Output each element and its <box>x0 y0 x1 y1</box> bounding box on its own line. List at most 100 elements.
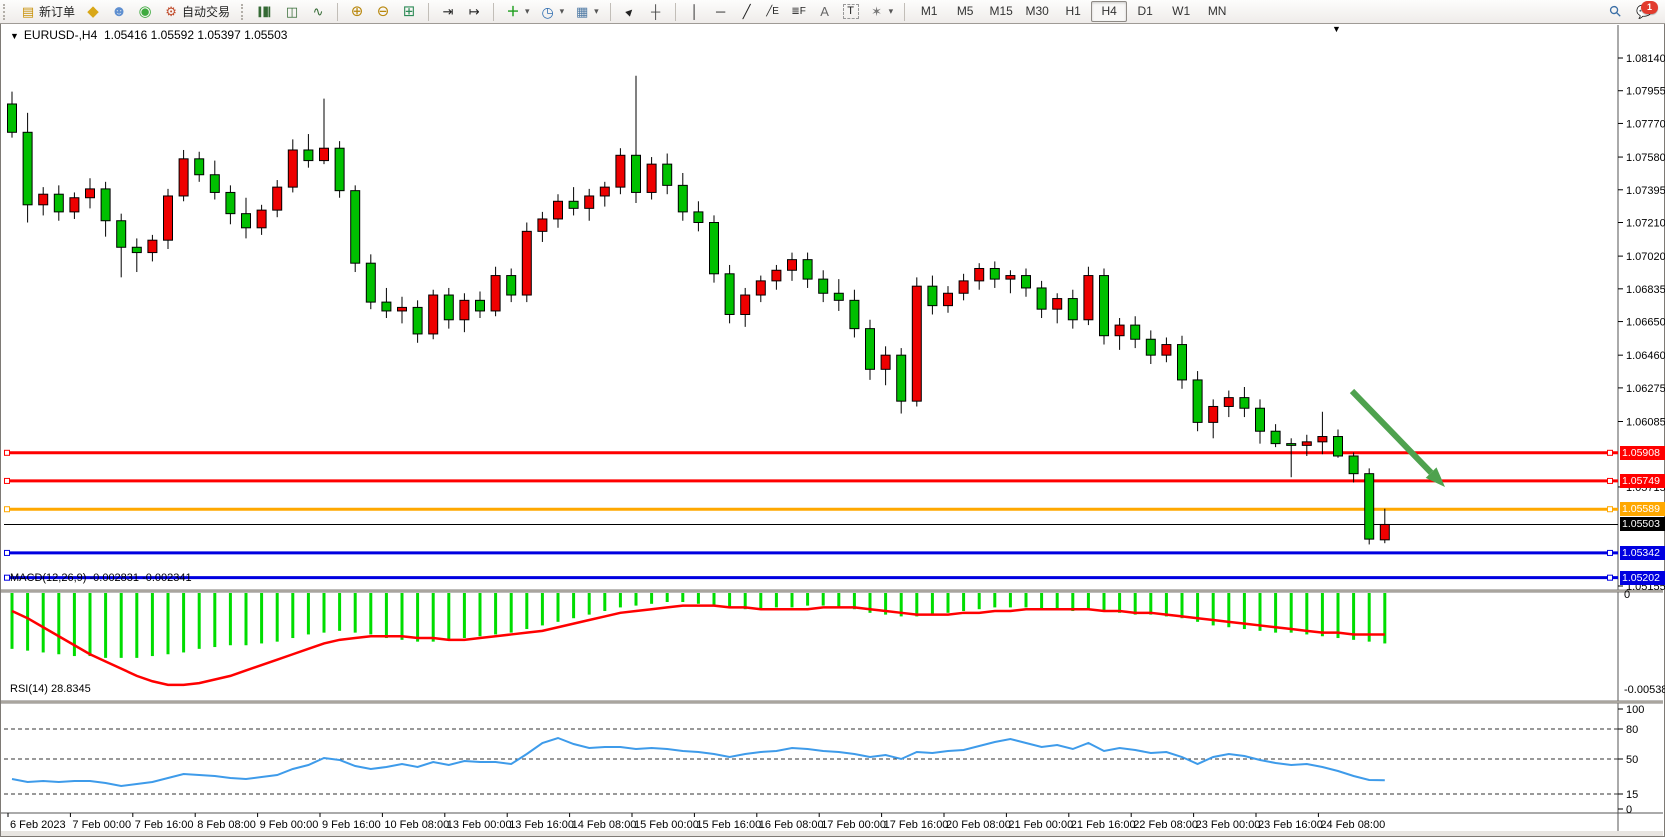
dropdown-caret-icon: ▾ <box>560 6 565 17</box>
ohlc-values: 1.05416 1.05592 1.05397 1.05503 <box>104 28 288 42</box>
svg-text:21 Feb 00:00: 21 Feb 00:00 <box>1008 819 1073 831</box>
svg-text:1.07395: 1.07395 <box>1626 185 1665 197</box>
notification-badge: 1 <box>1641 1 1658 14</box>
svg-text:100: 100 <box>1626 704 1644 716</box>
timeframe-group: M1M5M15M30H1H4D1W1MN <box>908 0 1238 23</box>
timeframe-button-H1[interactable]: H1 <box>1055 1 1091 22</box>
symbol-dropdown-icon[interactable]: ▼ <box>10 31 19 41</box>
indicators-button[interactable]: ＋▾ <box>500 1 535 22</box>
candle-chart-icon: ◫ <box>284 4 300 20</box>
equidistant-channel-button[interactable]: ╱E <box>760 1 786 22</box>
chart-canvas[interactable]: 1.081401.079551.077701.075801.073951.072… <box>0 0 1665 837</box>
svg-text:23 Feb 16:00: 23 Feb 16:00 <box>1258 819 1323 831</box>
svg-text:9 Feb 16:00: 9 Feb 16:00 <box>322 819 381 831</box>
rsi-indicator-label: RSI(14) 28.8345 <box>10 683 91 695</box>
svg-text:1.06275: 1.06275 <box>1626 383 1665 395</box>
price-line-label: 1.05589 <box>1620 502 1665 516</box>
horizontal-line-button[interactable]: ─ <box>708 1 734 22</box>
svg-text:17 Feb 16:00: 17 Feb 16:00 <box>884 819 949 831</box>
timeframe-button-M5[interactable]: M5 <box>947 1 983 22</box>
market-watch-button[interactable]: ◉ <box>132 1 158 22</box>
cursor-button[interactable]: ► <box>617 1 643 22</box>
svg-text:1.07210: 1.07210 <box>1626 218 1665 230</box>
bar-chart-icon: ▍▋▎ <box>258 4 274 20</box>
price-line-label: 1.05908 <box>1620 446 1665 460</box>
fibonacci-icon: ≣F <box>791 4 807 20</box>
chart-wizard-icon: ◆ <box>85 4 101 20</box>
template-button[interactable]: ▦▾ <box>569 1 604 22</box>
zoom-in-button[interactable]: ⊕ <box>344 1 370 22</box>
svg-text:7 Feb 16:00: 7 Feb 16:00 <box>135 819 194 831</box>
crosshair-icon: ┼ <box>648 4 664 20</box>
bid-price-label: 1.05503 <box>1620 517 1665 531</box>
new-order-label: 新订单 <box>39 3 75 20</box>
svg-text:20 Feb 08:00: 20 Feb 08:00 <box>946 819 1011 831</box>
svg-text:1.08140: 1.08140 <box>1626 53 1665 65</box>
svg-text:-0.005384: -0.005384 <box>1624 684 1665 696</box>
periods-button[interactable]: ◷▾ <box>535 1 570 22</box>
crosshair-button[interactable]: ┼ <box>643 1 669 22</box>
text-tool-button[interactable]: A <box>812 1 838 22</box>
timeframe-button-D1[interactable]: D1 <box>1127 1 1163 22</box>
vline-icon: │ <box>687 4 703 20</box>
timeframe-button-MN[interactable]: MN <box>1199 1 1235 22</box>
timeframe-button-M1[interactable]: M1 <box>911 1 947 22</box>
rsi-name: RSI(14) <box>10 683 48 695</box>
svg-text:1.07955: 1.07955 <box>1626 86 1665 98</box>
timeframe-button-W1[interactable]: W1 <box>1163 1 1199 22</box>
svg-text:10 Feb 08:00: 10 Feb 08:00 <box>384 819 449 831</box>
svg-text:13 Feb 16:00: 13 Feb 16:00 <box>509 819 574 831</box>
svg-text:24 Feb 08:00: 24 Feb 08:00 <box>1320 819 1385 831</box>
profile-icon: ☻ <box>111 4 127 20</box>
cursor-icon: ► <box>618 0 641 23</box>
svg-text:8 Feb 08:00: 8 Feb 08:00 <box>197 819 256 831</box>
chart-shift-button[interactable]: ↦ <box>461 1 487 22</box>
label-tool-button[interactable]: T <box>838 1 864 22</box>
svg-text:9 Feb 00:00: 9 Feb 00:00 <box>260 819 319 831</box>
profile-button[interactable]: ☻ <box>106 1 132 22</box>
auto-trading-label: 自动交易 <box>182 3 230 20</box>
market-watch-icon: ◉ <box>137 4 153 20</box>
trendline-button[interactable]: ╱ <box>734 1 760 22</box>
svg-text:16 Feb 08:00: 16 Feb 08:00 <box>759 819 824 831</box>
zoom-out-button[interactable]: ⊖ <box>370 1 396 22</box>
search-icon: ⚲ <box>1605 0 1628 23</box>
search-button[interactable]: ⚲ <box>1603 1 1629 22</box>
chart-shift-marker-icon[interactable]: ▼ <box>1332 24 1341 34</box>
chart-shift-icon: ↦ <box>466 4 482 20</box>
fibonacci-button[interactable]: ≣F <box>786 1 812 22</box>
tile-windows-icon: ⊞ <box>401 4 417 20</box>
timeframe-button-M30[interactable]: M30 <box>1019 1 1055 22</box>
bar-chart-button[interactable]: ▍▋▎ <box>253 1 279 22</box>
timeframe-button-M15[interactable]: M15 <box>983 1 1019 22</box>
rsi-value: 28.8345 <box>51 683 91 695</box>
svg-text:15: 15 <box>1626 789 1638 801</box>
tile-windows-button[interactable]: ⊞ <box>396 1 422 22</box>
svg-text:0: 0 <box>1626 804 1632 816</box>
svg-text:23 Feb 00:00: 23 Feb 00:00 <box>1196 819 1261 831</box>
toolbar-grip[interactable] <box>241 4 247 20</box>
timeframe-button-H4[interactable]: H4 <box>1091 1 1127 22</box>
auto-scroll-button[interactable]: ⇥ <box>435 1 461 22</box>
notifications-button[interactable]: 💬 1 <box>1629 1 1659 22</box>
toolbar: ▤ 新订单 ◆ ☻ ◉ ⚙ 自动交易 ▍▋▎ ◫ ∿ ⊕ <box>0 0 1665 24</box>
arrows-tool-button[interactable]: ✶▾ <box>864 1 899 22</box>
svg-text:1.07770: 1.07770 <box>1626 118 1665 130</box>
line-chart-button[interactable]: ∿ <box>305 1 331 22</box>
svg-text:15 Feb 16:00: 15 Feb 16:00 <box>696 819 761 831</box>
toolbar-grip[interactable] <box>3 4 9 20</box>
mt4-application: ▤ 新订单 ◆ ☻ ◉ ⚙ 自动交易 ▍▋▎ ◫ ∿ ⊕ <box>0 0 1665 837</box>
auto-trading-button[interactable]: ⚙ 自动交易 <box>158 1 235 22</box>
dropdown-caret-icon: ▾ <box>889 6 894 17</box>
candle-chart-button[interactable]: ◫ <box>279 1 305 22</box>
svg-text:1.06460: 1.06460 <box>1626 350 1665 362</box>
vertical-line-button[interactable]: │ <box>682 1 708 22</box>
svg-text:15 Feb 00:00: 15 Feb 00:00 <box>634 819 699 831</box>
chart-wizard-button[interactable]: ◆ <box>80 1 106 22</box>
svg-text:80: 80 <box>1626 724 1638 736</box>
svg-text:0: 0 <box>1624 589 1630 601</box>
indicators-icon: ＋ <box>505 4 521 20</box>
zoom-in-icon: ⊕ <box>349 4 365 20</box>
symbol-timeframe-label: EURUSD-,H4 <box>24 28 97 42</box>
new-order-button[interactable]: ▤ 新订单 <box>15 1 80 22</box>
